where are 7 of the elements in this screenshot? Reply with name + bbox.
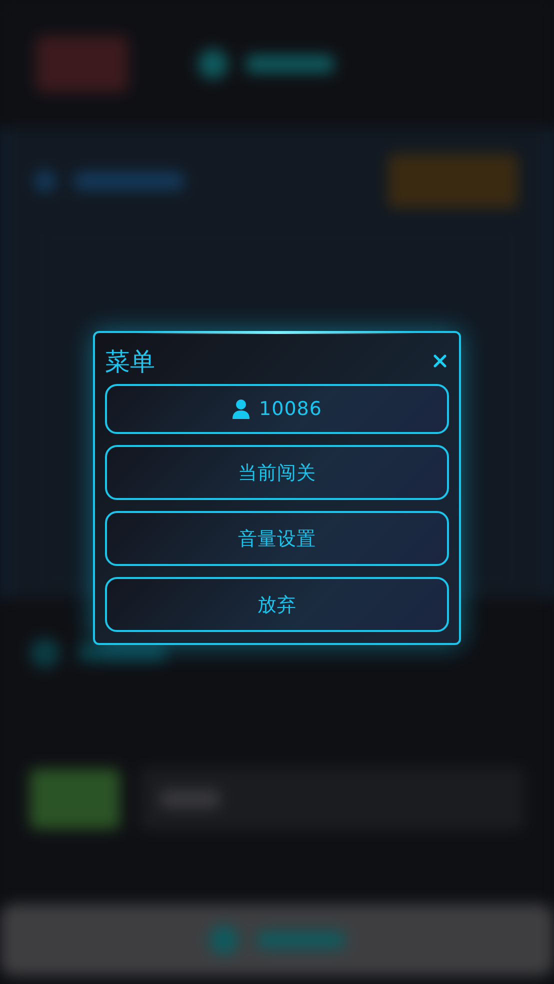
- user-icon: [232, 399, 250, 419]
- close-icon[interactable]: [433, 354, 447, 368]
- menu-button[interactable]: 放弃: [105, 577, 449, 632]
- user-button[interactable]: 10086: [105, 384, 449, 434]
- menu-button[interactable]: 音量设置: [105, 511, 449, 566]
- dialog-title: 菜单: [105, 346, 155, 378]
- menu-button[interactable]: 当前闯关: [105, 445, 449, 500]
